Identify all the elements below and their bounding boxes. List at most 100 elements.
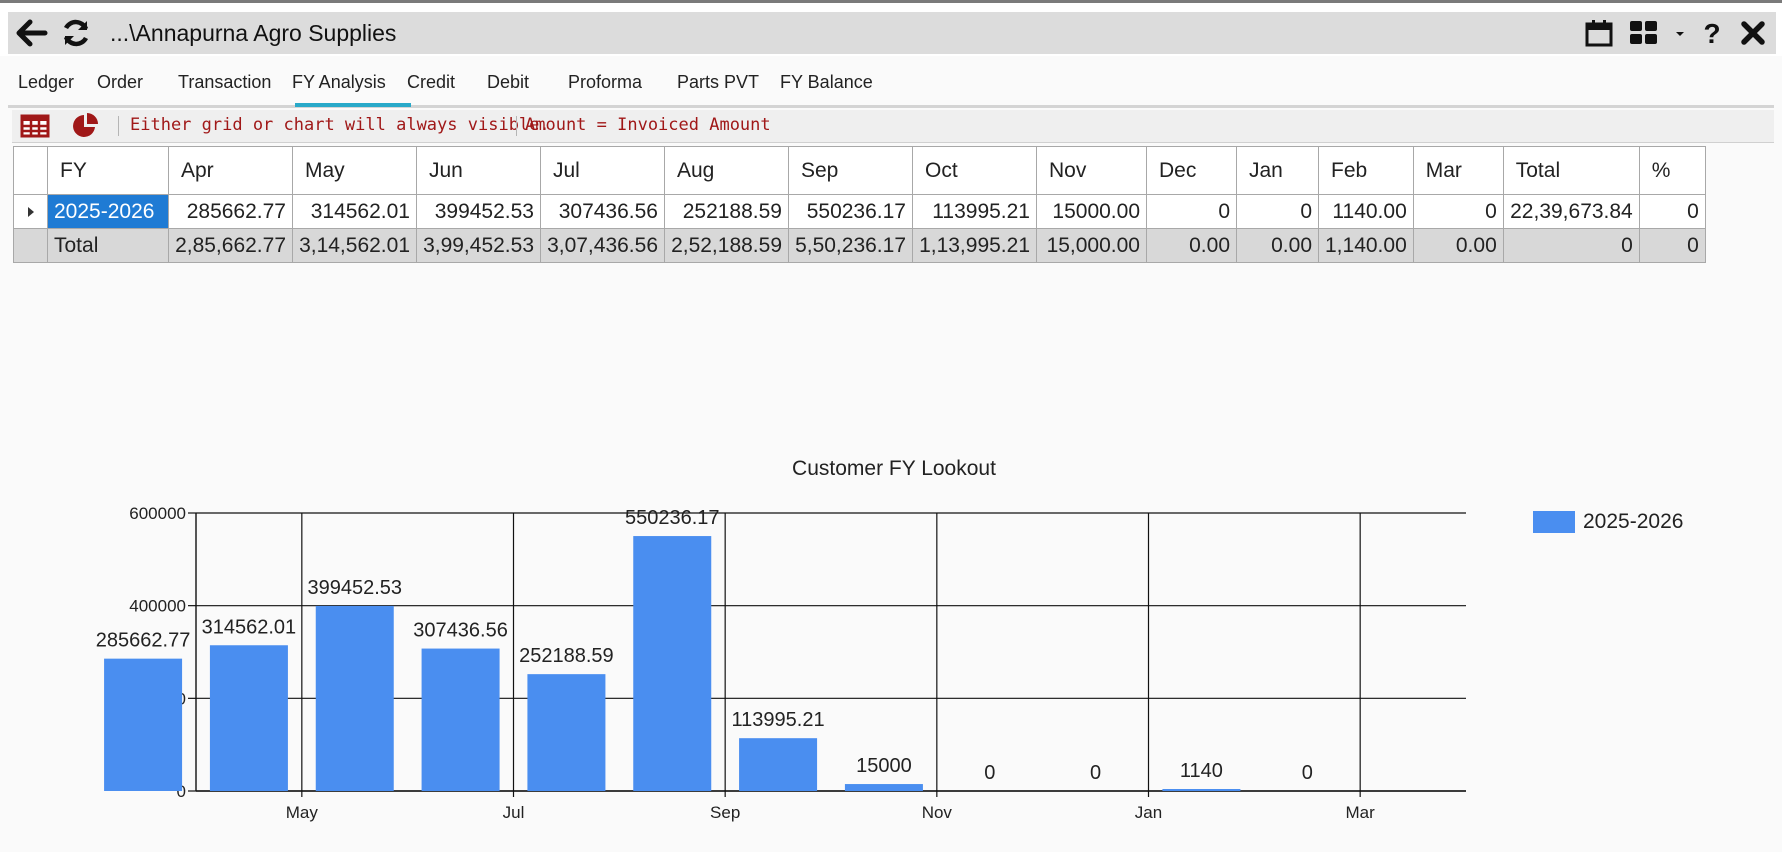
title-bar-right: ? — [1584, 12, 1768, 54]
data-label: 307436.56 — [413, 620, 508, 642]
refresh-icon[interactable] — [60, 17, 92, 49]
table-row[interactable]: 2025-2026 285662.77 314562.01 399452.53 … — [13, 194, 1706, 229]
data-label: 285662.77 — [96, 630, 191, 652]
grid-cell[interactable]: 113995.21 — [912, 194, 1037, 229]
column-header[interactable]: Total — [1502, 146, 1640, 195]
data-label: 0 — [1302, 762, 1313, 784]
tab-bar: Ledger Order Transaction FY Analysis Cre… — [8, 62, 1774, 108]
grid-cell[interactable]: 314562.01 — [292, 194, 417, 229]
tab-parts-pvt[interactable]: Parts PVT — [677, 72, 759, 93]
x-tick-label: Jul — [503, 803, 525, 822]
calendar-icon[interactable] — [1584, 18, 1614, 48]
bar — [315, 605, 394, 791]
bar — [209, 645, 288, 791]
help-icon[interactable]: ? — [1700, 18, 1724, 48]
grid-cell[interactable]: 307436.56 — [540, 194, 665, 229]
grid-cell[interactable]: 0 — [1412, 194, 1504, 229]
data-label: 0 — [1090, 762, 1101, 784]
y-tick-label: 400000 — [129, 597, 186, 616]
table-grid-icon[interactable] — [20, 113, 50, 139]
column-header[interactable]: Oct — [912, 146, 1037, 195]
grid-cell[interactable]: 252188.59 — [664, 194, 789, 229]
tab-fy-analysis[interactable]: FY Analysis — [292, 72, 386, 93]
column-header[interactable]: May — [292, 146, 417, 195]
column-header[interactable]: Nov — [1036, 146, 1147, 195]
toolbar-separator — [118, 116, 119, 136]
column-header[interactable]: Jan — [1236, 146, 1319, 195]
x-tick-label: Mar — [1346, 803, 1376, 822]
total-cell: 3,14,562.01 — [292, 228, 417, 263]
column-header[interactable]: Jul — [540, 146, 665, 195]
column-header[interactable]: Aug — [664, 146, 789, 195]
data-label: 399452.53 — [307, 577, 402, 599]
grid-cell-total[interactable]: 22,39,673.84 — [1502, 194, 1640, 229]
grid-cell[interactable]: 1140.00 — [1318, 194, 1414, 229]
data-label: 113995.21 — [732, 709, 825, 731]
data-label: 0 — [984, 762, 995, 784]
column-header[interactable]: Feb — [1318, 146, 1414, 195]
total-cell: 0 — [1502, 228, 1640, 263]
bar — [527, 674, 606, 791]
grid-cell[interactable]: 0 — [1236, 194, 1319, 229]
data-label: 1140 — [1180, 760, 1223, 782]
total-cell: 15,000.00 — [1036, 228, 1147, 263]
table-total-row: Total 2,85,662.77 3,14,562.01 3,99,452.5… — [13, 228, 1706, 263]
dropdown-arrow-icon[interactable] — [1674, 23, 1686, 43]
total-cell: 5,50,236.17 — [788, 228, 913, 263]
grid-header-row: FY Apr May Jun Jul Aug Sep Oct Nov Dec J… — [13, 146, 1706, 195]
total-cell: 0.00 — [1236, 228, 1319, 263]
pie-chart-icon[interactable] — [70, 111, 100, 141]
column-header[interactable]: % — [1638, 146, 1706, 195]
column-header[interactable]: Sep — [788, 146, 913, 195]
grid-cell[interactable]: 0 — [1146, 194, 1237, 229]
total-cell: 0.00 — [1412, 228, 1504, 263]
grid-cell-fy[interactable]: 2025-2026 — [47, 194, 169, 229]
back-arrow-icon[interactable] — [16, 17, 48, 49]
close-icon[interactable] — [1738, 18, 1768, 48]
data-label: 252188.59 — [519, 645, 614, 667]
grid-cell-percent[interactable]: 0 — [1638, 194, 1706, 229]
column-header[interactable]: FY — [47, 146, 169, 195]
view-toolbar: Either grid or chart will always visible… — [12, 110, 1774, 143]
grid-cell[interactable]: 15000.00 — [1036, 194, 1147, 229]
tab-proforma[interactable]: Proforma — [568, 72, 642, 93]
visibility-message: Either grid or chart will always visible… — [130, 115, 550, 135]
total-cell: 3,07,436.56 — [540, 228, 665, 263]
bar — [844, 784, 923, 791]
row-selector[interactable] — [13, 194, 48, 229]
tab-transaction[interactable]: Transaction — [178, 72, 271, 93]
tab-order[interactable]: Order — [97, 72, 143, 93]
grid-cell[interactable]: 550236.17 — [788, 194, 913, 229]
column-header[interactable]: Dec — [1146, 146, 1237, 195]
chart-title: Customer FY Lookout — [792, 457, 996, 480]
tab-ledger[interactable]: Ledger — [18, 72, 74, 93]
bar — [421, 648, 500, 791]
column-header[interactable]: Jun — [416, 146, 541, 195]
tab-credit[interactable]: Credit — [407, 72, 455, 93]
grid-cell[interactable]: 399452.53 — [416, 194, 541, 229]
grid-cell[interactable]: 285662.77 — [168, 194, 293, 229]
row-pointer-icon — [27, 206, 34, 217]
fy-analysis-grid: FY Apr May Jun Jul Aug Sep Oct Nov Dec J… — [13, 146, 1706, 263]
legend-swatch — [1533, 511, 1575, 533]
total-cell: 1,13,995.21 — [912, 228, 1037, 263]
title-bar: ...\Annapurna Agro Supplies ? — [0, 0, 1782, 56]
x-tick-label: May — [286, 803, 319, 822]
data-label: 550236.17 — [625, 507, 720, 529]
column-header[interactable]: Apr — [168, 146, 293, 195]
chart-svg: Customer FY Lookout0200000400000600000Ma… — [96, 457, 1466, 822]
total-cell: 2,52,188.59 — [664, 228, 789, 263]
tab-fy-balance[interactable]: FY Balance — [780, 72, 873, 93]
column-header[interactable]: Mar — [1412, 146, 1504, 195]
total-cell: 0.00 — [1146, 228, 1237, 263]
tab-debit[interactable]: Debit — [487, 72, 529, 93]
toolbar-separator — [516, 116, 517, 136]
total-cell: 0 — [1638, 228, 1706, 263]
chart-legend: 2025-2026 — [1533, 510, 1683, 534]
bar — [104, 658, 183, 791]
total-label: Total — [47, 228, 169, 263]
bar — [633, 536, 712, 791]
svg-text:?: ? — [1703, 18, 1720, 48]
grid-layout-icon[interactable] — [1628, 18, 1660, 48]
active-tab-indicator — [295, 103, 411, 107]
